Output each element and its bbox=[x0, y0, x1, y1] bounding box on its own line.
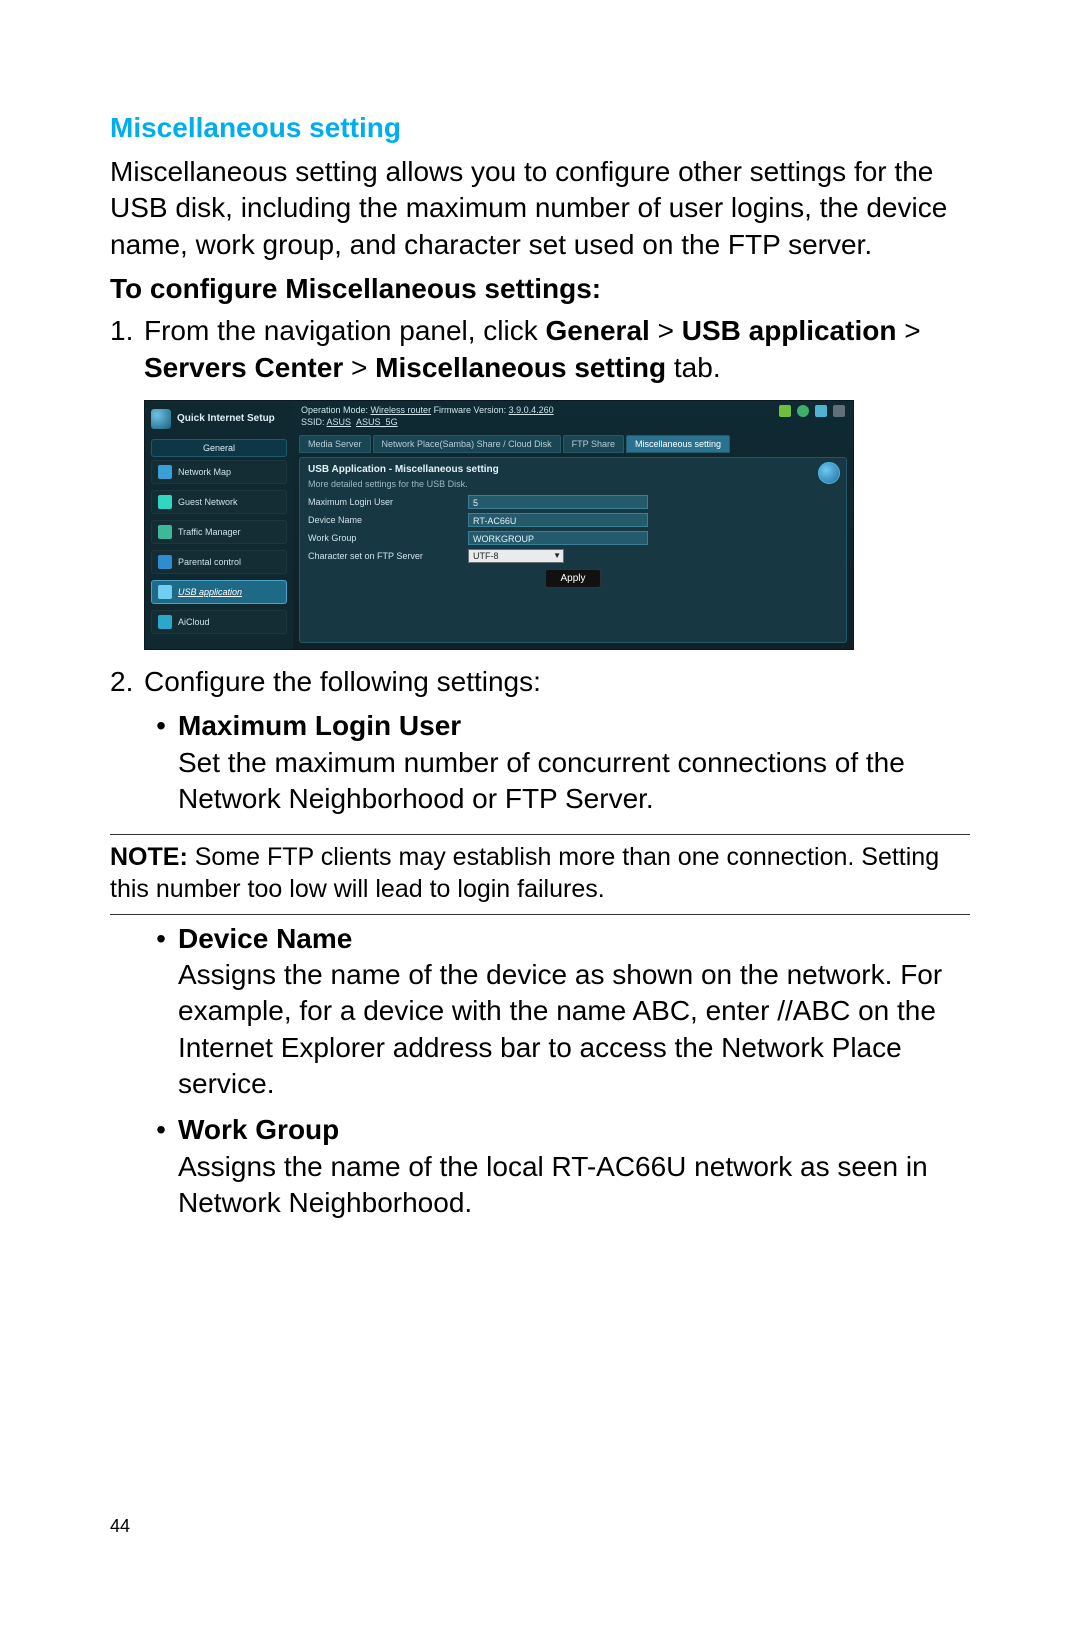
device-name-input[interactable]: RT-AC66U bbox=[468, 513, 648, 527]
tab-miscellaneous-setting[interactable]: Miscellaneous setting bbox=[626, 435, 730, 453]
bullet-title: Device Name bbox=[178, 923, 352, 954]
note-text: Some FTP clients may establish more than… bbox=[110, 843, 939, 904]
step-2-number: 2. bbox=[110, 664, 144, 700]
bullet-title: Maximum Login User bbox=[178, 710, 461, 741]
lock-icon bbox=[158, 555, 172, 569]
tab-bar: Media Server Network Place(Samba) Share … bbox=[293, 435, 853, 453]
bullet-desc: Assigns the name of the local RT-AC66U n… bbox=[178, 1149, 970, 1222]
tab-samba-share[interactable]: Network Place(Samba) Share / Cloud Disk bbox=[373, 435, 561, 453]
sidebar: Quick Internet Setup General Network Map… bbox=[145, 401, 293, 649]
opmode-value[interactable]: Wireless router bbox=[371, 405, 432, 415]
step-1: 1. From the navigation panel, click Gene… bbox=[110, 313, 970, 386]
opmode-label: Operation Mode: bbox=[301, 405, 371, 415]
section-title: Miscellaneous setting bbox=[110, 112, 970, 144]
sidebar-item-aicloud[interactable]: AiCloud bbox=[151, 610, 287, 634]
intro-paragraph: Miscellaneous setting allows you to conf… bbox=[110, 154, 970, 263]
panel-subtitle: More detailed settings for the USB Disk. bbox=[308, 479, 838, 489]
apply-button[interactable]: Apply bbox=[545, 569, 600, 588]
refresh-icon[interactable] bbox=[797, 405, 809, 417]
charset-select[interactable]: UTF-8 bbox=[468, 549, 564, 563]
sidebar-section-general: General bbox=[151, 439, 287, 457]
wand-icon bbox=[151, 409, 171, 429]
note-label: NOTE: bbox=[110, 843, 188, 871]
settings-panel: USB Application - Miscellaneous setting … bbox=[299, 457, 847, 643]
sidebar-item-label: Traffic Manager bbox=[178, 527, 241, 537]
bullet-title: Work Group bbox=[178, 1114, 339, 1145]
tab-media-server[interactable]: Media Server bbox=[299, 435, 371, 453]
bullet-desc: Set the maximum number of concurrent con… bbox=[178, 745, 970, 818]
header-bar: Operation Mode: Wireless router Firmware… bbox=[293, 401, 853, 435]
sidebar-item-label: AiCloud bbox=[178, 617, 210, 627]
row-device-name: Device Name RT-AC66U bbox=[308, 513, 838, 527]
sidebar-item-network-map[interactable]: Network Map bbox=[151, 460, 287, 484]
work-group-label: Work Group bbox=[308, 533, 468, 543]
sep-1: > bbox=[650, 315, 682, 346]
nav-servers-bold: Servers Center bbox=[144, 352, 343, 383]
step-1-prefix: From the navigation panel, click bbox=[144, 315, 546, 346]
step-1-suffix: tab. bbox=[666, 352, 720, 383]
row-work-group: Work Group WORKGROUP bbox=[308, 531, 838, 545]
bullet-dot: • bbox=[144, 921, 178, 1111]
configure-subhead: To configure Miscellaneous settings: bbox=[110, 273, 970, 305]
sidebar-item-traffic-manager[interactable]: Traffic Manager bbox=[151, 520, 287, 544]
page-number: 44 bbox=[110, 1516, 130, 1537]
max-login-label: Maximum Login User bbox=[308, 497, 468, 507]
ssid-label: SSID: bbox=[301, 417, 327, 427]
sidebar-item-parental-control[interactable]: Parental control bbox=[151, 550, 287, 574]
sidebar-item-usb-application[interactable]: USB application bbox=[151, 580, 287, 604]
bullet-dot: • bbox=[144, 708, 178, 825]
back-button[interactable] bbox=[818, 462, 840, 484]
step-1-number: 1. bbox=[110, 313, 144, 386]
ssid-1: ASUS bbox=[327, 417, 352, 427]
network-map-icon bbox=[158, 465, 172, 479]
row-max-login-user: Maximum Login User 5 bbox=[308, 495, 838, 509]
traffic-manager-icon bbox=[158, 525, 172, 539]
sidebar-item-label: Parental control bbox=[178, 557, 241, 567]
sep-2: > bbox=[896, 315, 920, 346]
tab-ftp-share[interactable]: FTP Share bbox=[563, 435, 624, 453]
user-icon[interactable] bbox=[779, 405, 791, 417]
divider-bottom bbox=[110, 914, 970, 915]
usb-icon[interactable] bbox=[815, 405, 827, 417]
nav-usbapp-bold: USB application bbox=[682, 315, 897, 346]
step-2: 2. Configure the following settings: bbox=[110, 664, 970, 700]
step-1-body: From the navigation panel, click General… bbox=[144, 313, 970, 386]
status-icon bbox=[833, 405, 845, 417]
bullet-device-name: • Device Name Assigns the name of the de… bbox=[144, 921, 970, 1111]
work-group-input[interactable]: WORKGROUP bbox=[468, 531, 648, 545]
bullet-dot: • bbox=[144, 1112, 178, 1229]
bullet-desc: Assigns the name of the device as shown … bbox=[178, 957, 970, 1103]
usb-app-icon bbox=[158, 585, 172, 599]
max-login-input[interactable]: 5 bbox=[468, 495, 648, 509]
fw-value[interactable]: 3.9.0.4.260 bbox=[509, 405, 554, 415]
nav-misc-bold: Miscellaneous setting bbox=[375, 352, 666, 383]
device-name-label: Device Name bbox=[308, 515, 468, 525]
nav-general-bold: General bbox=[546, 315, 650, 346]
sidebar-item-label: Guest Network bbox=[178, 497, 238, 507]
sidebar-item-guest-network[interactable]: Guest Network bbox=[151, 490, 287, 514]
note-block: NOTE: Some FTP clients may establish mor… bbox=[110, 841, 970, 906]
qis-label: Quick Internet Setup bbox=[177, 413, 275, 424]
main-panel: Operation Mode: Wireless router Firmware… bbox=[293, 401, 853, 649]
panel-title: USB Application - Miscellaneous setting bbox=[308, 464, 838, 475]
charset-label: Character set on FTP Server bbox=[308, 551, 468, 561]
bullet-work-group: • Work Group Assigns the name of the loc… bbox=[144, 1112, 970, 1229]
step-2-body: Configure the following settings: bbox=[144, 664, 970, 700]
sidebar-item-label: USB application bbox=[178, 587, 242, 597]
fw-label: Firmware Version: bbox=[431, 405, 509, 415]
cloud-icon bbox=[158, 615, 172, 629]
guest-network-icon bbox=[158, 495, 172, 509]
router-ui-screenshot: Quick Internet Setup General Network Map… bbox=[144, 400, 854, 650]
ssid-2: ASUS_5G bbox=[356, 417, 398, 427]
sep-3: > bbox=[343, 352, 375, 383]
row-charset: Character set on FTP Server UTF-8 bbox=[308, 549, 838, 563]
bullet-max-login-user: • Maximum Login User Set the maximum num… bbox=[144, 708, 970, 825]
divider-top bbox=[110, 834, 970, 835]
quick-internet-setup[interactable]: Quick Internet Setup bbox=[145, 401, 293, 439]
sidebar-item-label: Network Map bbox=[178, 467, 231, 477]
